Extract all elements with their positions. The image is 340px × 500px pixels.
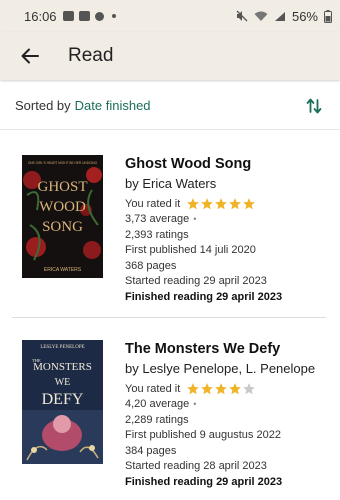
status-time: 16:06 — [24, 8, 57, 24]
more-notifications-icon — [111, 14, 116, 18]
star-filled-icon[interactable] — [200, 197, 214, 211]
star-filled-icon[interactable] — [228, 382, 242, 396]
star-filled-icon[interactable] — [186, 197, 200, 211]
book-title[interactable]: Ghost Wood Song — [125, 155, 335, 173]
book-title[interactable]: The Monsters We Defy — [125, 340, 335, 358]
cover-title-line: MONSTERS — [33, 361, 92, 373]
cover-tagline: ONE GIRL'S HEART MIGHT BE HER UNDOING — [28, 161, 98, 165]
list-divider — [12, 317, 326, 318]
separator-dot: • — [193, 399, 197, 409]
cover-title-line: WE — [55, 377, 71, 388]
youtube-icon — [78, 11, 90, 21]
mute-icon — [236, 10, 248, 22]
book-info: Ghost Wood Song by Erica Waters You rate… — [125, 155, 335, 305]
ratings-count: 2,393 ratings — [125, 228, 189, 241]
signal-icon — [274, 11, 285, 21]
separator-dot: • — [193, 214, 197, 224]
average-row: 3,73 average • — [125, 212, 335, 228]
rated-label: You rated it — [125, 383, 181, 395]
star-empty-icon[interactable] — [242, 382, 256, 396]
average-row: 4,20 average • — [125, 397, 335, 413]
cover-title-line: WOOD — [39, 199, 86, 215]
page-title: Read — [68, 45, 114, 66]
status-bar: 16:06 56% — [0, 0, 340, 32]
swap-vertical-icon — [306, 98, 322, 114]
cover-author: ERICA WATERS — [44, 267, 82, 273]
cover-title-line: GHOST — [37, 179, 87, 195]
cover-title-line: SONG — [42, 219, 83, 235]
user-rating-stars[interactable] — [186, 382, 256, 396]
book-cover-ghost-wood-song[interactable]: ONE GIRL'S HEART MIGHT BE HER UNDOING GH… — [22, 155, 103, 278]
battery-icon — [324, 9, 332, 23]
book-info: The Monsters We Defy by Leslye Penelope,… — [125, 340, 335, 490]
arrow-left-icon — [21, 48, 39, 64]
wifi-icon — [254, 11, 268, 21]
star-filled-icon[interactable] — [242, 197, 256, 211]
gallery-icon — [62, 11, 74, 21]
finished-reading: Finished reading 29 april 2023 — [125, 290, 283, 303]
star-filled-icon[interactable] — [214, 197, 228, 211]
cover-title-line: DEFY — [42, 391, 84, 408]
star-filled-icon[interactable] — [200, 382, 214, 396]
star-filled-icon[interactable] — [186, 382, 200, 396]
status-right: 56% — [236, 9, 332, 24]
page-count: 368 pages — [125, 259, 177, 272]
average-rating: 4,20 average — [125, 398, 190, 410]
user-rating-stars[interactable] — [186, 197, 256, 211]
ratings-count: 2,289 ratings — [125, 413, 189, 426]
first-published: First published 9 augustus 2022 — [125, 429, 281, 441]
user-rating-row: You rated it — [125, 381, 335, 397]
finished-reading: Finished reading 29 april 2023 — [125, 475, 283, 488]
back-button[interactable] — [0, 32, 60, 80]
book-cover-the-monsters-we-defy[interactable]: LESLYE PENELOPE THE MONSTERS WE DEFY — [22, 340, 103, 464]
notification-icons — [62, 11, 116, 21]
sort-bar: Sorted by Date finished — [0, 82, 340, 130]
app-bar: Read — [0, 32, 340, 80]
user-rating-row: You rated it — [125, 196, 335, 212]
started-reading: Started reading 29 april 2023 — [125, 275, 267, 287]
book-cover-image: LESLYE PENELOPE THE MONSTERS WE DEFY — [22, 340, 103, 464]
book-author[interactable]: by Erica Waters — [125, 175, 335, 193]
sort-value-link[interactable]: Date finished — [75, 98, 151, 113]
reddit-icon — [94, 11, 104, 21]
rated-label: You rated it — [125, 198, 181, 210]
sort-order-button[interactable] — [302, 94, 326, 118]
star-filled-icon[interactable] — [228, 197, 242, 211]
star-filled-icon[interactable] — [214, 382, 228, 396]
average-rating: 3,73 average — [125, 213, 190, 225]
book-author[interactable]: by Leslye Penelope, L. Penelope — [125, 360, 335, 378]
battery-percent: 56% — [291, 8, 318, 24]
sort-label: Sorted by — [15, 98, 71, 113]
first-published: First published 14 juli 2020 — [125, 244, 256, 256]
started-reading: Started reading 28 april 2023 — [125, 460, 267, 472]
page-count: 384 pages — [125, 444, 177, 457]
book-cover-image: ONE GIRL'S HEART MIGHT BE HER UNDOING GH… — [22, 155, 103, 278]
cover-author: LESLYE PENELOPE — [40, 345, 84, 350]
